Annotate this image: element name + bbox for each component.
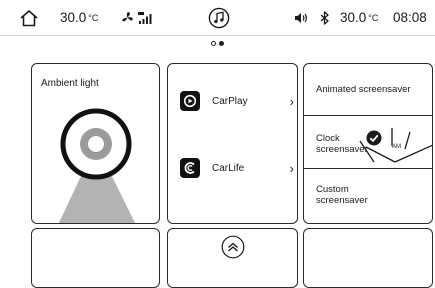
volume-icon (295, 12, 307, 23)
carlife-icon (180, 158, 200, 178)
inside-temp-value: 30.0 (340, 10, 367, 25)
custom-screensaver-item[interactable]: Custom screensaver (304, 169, 432, 223)
page-indicator (0, 41, 435, 51)
status-bar-divider (0, 35, 435, 36)
music-note-icon (208, 7, 230, 28)
climate-status (121, 0, 152, 35)
outside-temperature: 30.0 °C (60, 0, 98, 35)
bluetooth-status (320, 0, 329, 35)
fan-icon (122, 12, 133, 22)
screensaver-card: Animated screensaver Clock screensaver A… (303, 63, 433, 224)
carlife-label: CarLife (212, 162, 245, 174)
chevron-right-icon: › (289, 160, 294, 176)
clock-time: 08:08 (393, 10, 427, 25)
next-row-card-right[interactable] (303, 228, 433, 288)
clock: 08:08 (393, 0, 427, 35)
ambient-light-card[interactable]: Ambient light (31, 63, 160, 224)
media-source-button[interactable] (208, 0, 230, 35)
carplay-item[interactable]: CarPlay › (180, 91, 294, 111)
status-bar: 30.0 °C 30.0 °C 08:08 (0, 0, 435, 35)
custom-screensaver-label: Custom screensaver (316, 184, 368, 206)
ambient-light-bulb-icon (58, 108, 136, 223)
outside-temp-value: 30.0 (60, 10, 87, 25)
page-dot-2[interactable] (219, 41, 224, 46)
inside-temperature: 30.0 °C (340, 0, 378, 35)
projection-apps-card: CarPlay › CarLife › (167, 63, 298, 224)
bluetooth-icon (320, 10, 329, 25)
page-dot-1[interactable] (211, 41, 216, 46)
home-button[interactable] (19, 0, 39, 35)
inside-temp-unit: °C (368, 12, 379, 23)
animated-screensaver-item[interactable]: Animated screensaver (304, 64, 432, 115)
next-row-card-left[interactable] (31, 228, 160, 288)
carplay-icon (180, 91, 200, 111)
clock-am-label: AM (392, 144, 401, 150)
animated-screensaver-label: Animated screensaver (316, 84, 411, 95)
clock-screensaver-item[interactable]: Clock screensaver AM (304, 116, 432, 168)
double-chevron-up-icon[interactable] (221, 235, 245, 259)
chevron-right-icon: › (289, 93, 294, 109)
carlife-item[interactable]: CarLife › (180, 158, 294, 178)
volume-status (294, 0, 308, 35)
cellular-signal-icon (138, 11, 152, 24)
next-row-card-middle[interactable] (167, 228, 298, 288)
carplay-label: CarPlay (212, 95, 248, 107)
home-icon (20, 9, 38, 26)
outside-temp-unit: °C (88, 12, 99, 23)
